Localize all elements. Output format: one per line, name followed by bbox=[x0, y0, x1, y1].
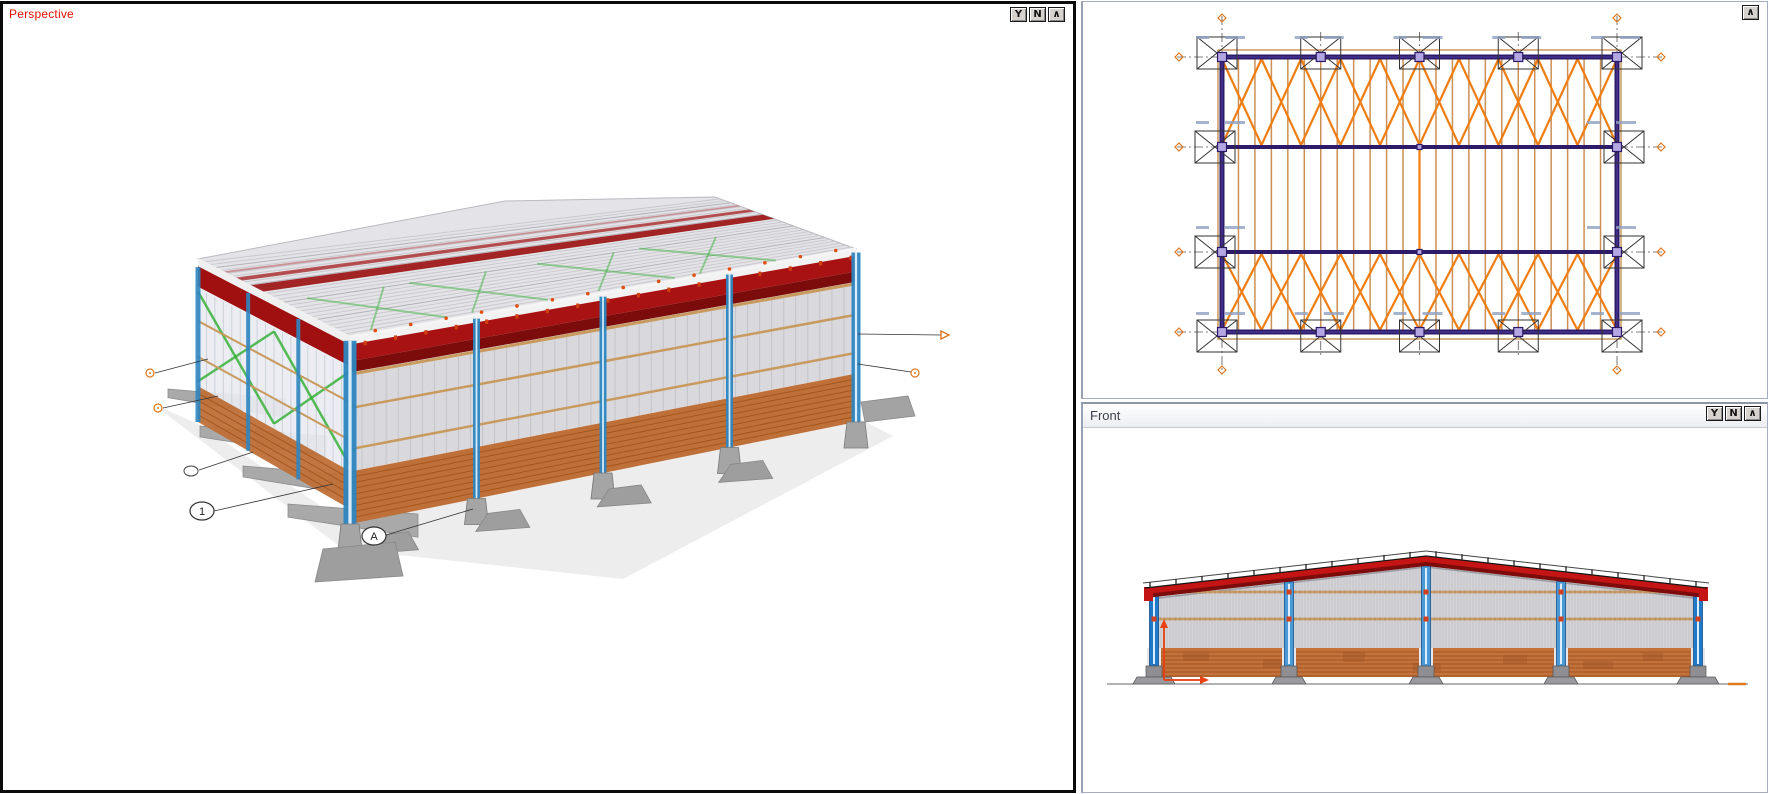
viewport-perspective[interactable]: Perspective Y N ∧ 1 A bbox=[0, 1, 1076, 793]
chevron-up-button[interactable]: ∧ bbox=[1744, 406, 1761, 421]
viewport-plan[interactable]: ∧ bbox=[1081, 1, 1768, 399]
viewport-front-titlebar: Front Y N ∧ bbox=[1083, 404, 1767, 428]
perspective-3d-model: 1 A bbox=[3, 4, 1073, 790]
viewport-front-title: Front bbox=[1090, 408, 1120, 423]
viewport-front[interactable]: Front Y N ∧ bbox=[1081, 402, 1768, 793]
plan-drawing bbox=[1083, 2, 1766, 396]
grid-bubble-1: 1 bbox=[199, 506, 205, 518]
n-button[interactable]: N bbox=[1725, 406, 1742, 421]
filter-button[interactable]: Y bbox=[1706, 406, 1723, 421]
viewport-front-controls: Y N ∧ bbox=[1704, 406, 1761, 421]
front-elevation-drawing bbox=[1083, 427, 1766, 792]
grid-bubble-A: A bbox=[370, 531, 378, 543]
